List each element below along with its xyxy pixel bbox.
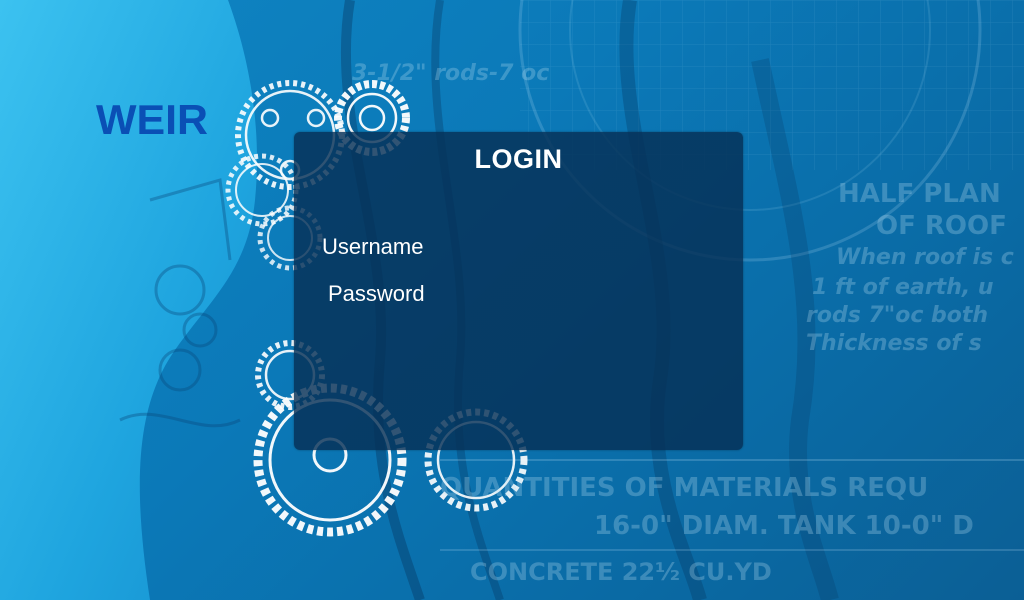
- weir-logo: WEIR: [96, 101, 208, 137]
- username-input[interactable]: [448, 234, 722, 264]
- username-label: Username: [322, 234, 424, 259]
- blueprint-text: When roof is c: [836, 245, 1014, 270]
- light-wave-shape: [0, 0, 257, 600]
- blueprint-text: CONCRETE 22½ CU.YD: [470, 558, 772, 586]
- blueprint-text: HALF PLAN: [838, 179, 1001, 209]
- login-title: LOGIN: [474, 144, 563, 174]
- blueprint-text: 1 ft of earth, u: [812, 275, 994, 300]
- blueprint-text: OF ROOF: [876, 211, 1007, 241]
- blueprint-text: 3-1/2" rods-7 oc: [352, 61, 549, 86]
- password-label: Password: [328, 281, 425, 306]
- password-input[interactable]: [448, 281, 722, 311]
- blueprint-text: 16-0" DIAM. TANK 10-0" D: [594, 511, 974, 541]
- blueprint-text: rods 7"oc both: [806, 303, 988, 328]
- blueprint-text: QUANTITIES OF MATERIALS REQU: [440, 473, 928, 503]
- blueprint-text: Thickness of s: [806, 331, 982, 356]
- login-screen: 3-1/2" rods-7 oc HALF PLAN OF ROOF When …: [0, 0, 1024, 600]
- svg-text:WEIR: WEIR: [96, 101, 208, 137]
